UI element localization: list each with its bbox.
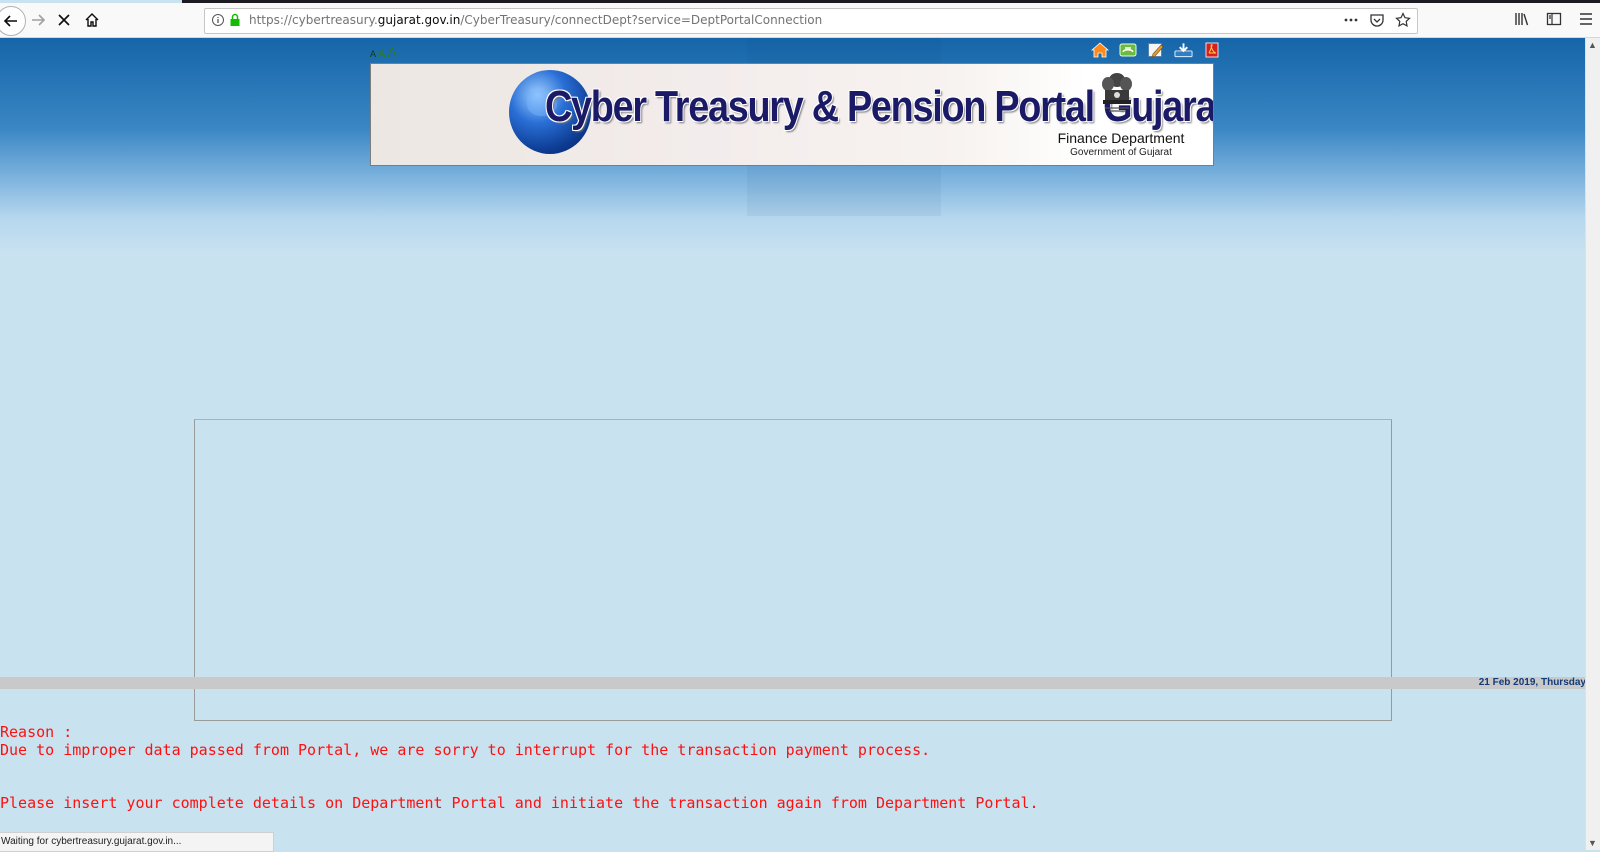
url-path: /CyberTreasury/connectDept?service=DeptP… [460, 13, 823, 27]
vertical-scrollbar[interactable]: ▲ ▼ [1585, 38, 1600, 850]
back-arrow-icon [3, 15, 17, 27]
font-size-medium[interactable]: A [378, 48, 385, 60]
home-button[interactable] [78, 6, 106, 34]
stop-loading-icon [58, 14, 70, 26]
status-bar: Waiting for cybertreasury.gujarat.gov.in… [0, 832, 274, 852]
current-date: 21 Feb 2019, Thursday [1478, 677, 1586, 688]
info-icon[interactable] [211, 13, 225, 32]
home-icon [85, 13, 99, 27]
url-domain: gujarat.gov.in [377, 13, 461, 27]
content-frame [194, 419, 1392, 721]
url-prefix: https://cybertreasury. [249, 13, 378, 27]
department-name: Finance Department [1057, 130, 1185, 146]
download-icon[interactable] [1174, 41, 1193, 58]
government-name: Government of Gujarat [1070, 147, 1172, 158]
reason-line-1: Due to improper data passed from Portal,… [0, 741, 931, 759]
date-bar: 21 Feb 2019, Thursday [0, 677, 1586, 689]
error-message: Reason : Due to improper data passed fro… [0, 723, 1039, 812]
page-content: AAA Cyber Treasury & Pension Portal Guja… [0, 38, 1586, 850]
browser-toolbar: https://cybertreasury.gujarat.gov.in/Cyb… [0, 3, 1600, 38]
more-icon[interactable] [1343, 12, 1359, 28]
header-icon-bar [1090, 41, 1221, 58]
lock-icon[interactable] [229, 13, 241, 32]
pocket-icon[interactable] [1369, 12, 1385, 28]
menu-icon[interactable] [1578, 11, 1594, 27]
edit-icon[interactable] [1146, 41, 1165, 58]
forward-arrow-icon [32, 14, 46, 26]
national-emblem-icon [1102, 73, 1132, 112]
reason-label: Reason : [0, 723, 73, 741]
pdf-icon[interactable] [1202, 41, 1221, 58]
library-icon[interactable] [1514, 11, 1530, 27]
portal-home-icon[interactable] [1090, 41, 1109, 58]
scroll-down-icon[interactable]: ▼ [1588, 838, 1597, 848]
url-bar[interactable]: https://cybertreasury.gujarat.gov.in/Cyb… [204, 8, 1418, 34]
contact-icon[interactable] [1118, 41, 1137, 58]
portal-banner: Cyber Treasury & Pension Portal Gujarat … [370, 63, 1214, 166]
url-text[interactable]: https://cybertreasury.gujarat.gov.in/Cyb… [249, 13, 822, 27]
forward-button[interactable] [24, 6, 52, 34]
reason-line-2: Please insert your complete details on D… [0, 794, 1039, 812]
bookmark-star-icon[interactable] [1395, 12, 1411, 28]
font-size-small[interactable]: A [370, 49, 376, 59]
sidebar-icon[interactable] [1546, 11, 1562, 27]
font-size-large[interactable]: A [387, 44, 396, 60]
stop-button[interactable] [50, 6, 78, 34]
back-button[interactable] [0, 6, 26, 36]
font-size-controls: AAA [370, 44, 399, 62]
scroll-up-icon[interactable]: ▲ [1588, 40, 1597, 50]
